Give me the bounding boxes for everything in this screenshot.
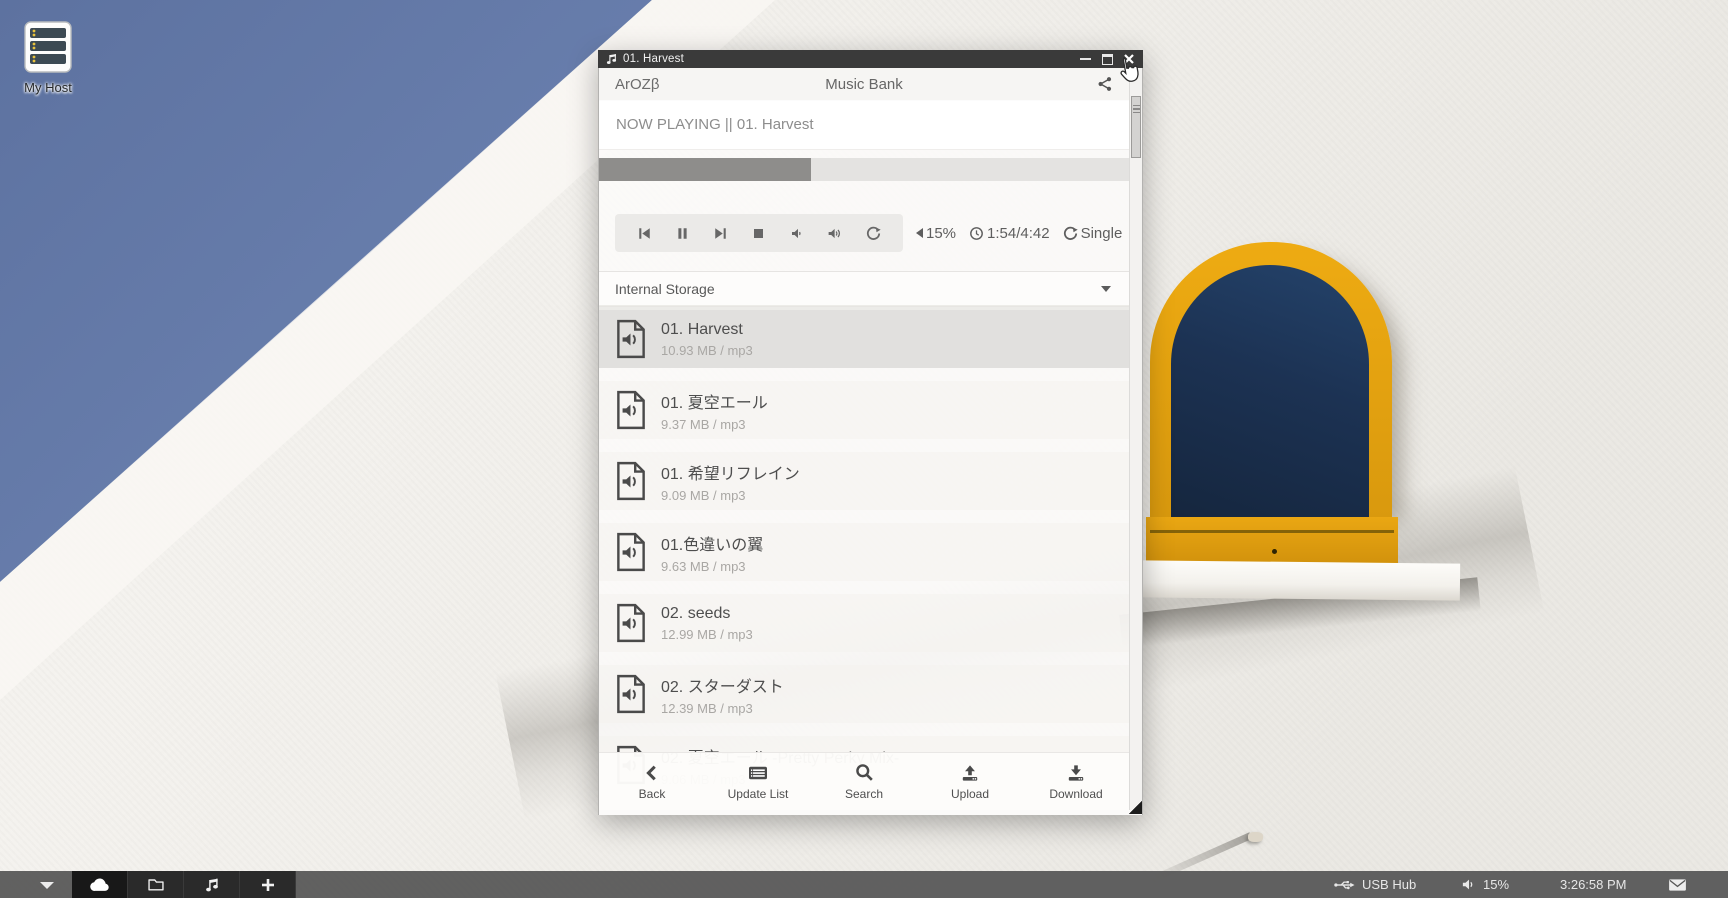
playmode-toggle[interactable]: Single — [1063, 225, 1123, 242]
scrollbar[interactable] — [1129, 68, 1142, 810]
window-body: ArOZβ Music Bank NOW PLAYING || 01. Harv… — [598, 68, 1143, 815]
update-list-button[interactable]: Update List — [705, 753, 811, 811]
transport-controls — [615, 214, 903, 252]
volume-down-icon — [789, 226, 804, 241]
volume-triangle-icon — [916, 228, 923, 238]
chevron-down-icon[interactable] — [40, 882, 54, 889]
share-icon — [1097, 76, 1113, 92]
now-playing-bar: NOW PLAYING || 01. Harvest — [599, 100, 1129, 150]
list-icon — [747, 764, 769, 782]
folder-icon — [147, 877, 165, 892]
track-row[interactable]: 01. 夏空エール 9.37 MB / mp3 — [599, 381, 1129, 439]
audio-file-icon — [615, 603, 647, 643]
now-playing-text: NOW PLAYING || 01. Harvest — [616, 116, 814, 133]
scrollbar-thumb[interactable] — [1131, 96, 1141, 158]
audio-file-icon — [615, 319, 647, 359]
previous-button[interactable] — [637, 226, 652, 241]
track-row[interactable]: 01.色違いの翼 9.63 MB / mp3 — [599, 523, 1129, 581]
skip-next-icon — [713, 226, 728, 241]
music-note-icon — [205, 877, 219, 893]
speaker-icon — [1462, 878, 1476, 891]
pause-button[interactable] — [675, 226, 690, 241]
clock-icon — [969, 226, 984, 241]
audio-file-icon — [615, 532, 647, 572]
stop-icon — [751, 226, 766, 241]
server-icon — [22, 20, 74, 76]
player-controls: 15% 1:54/4:42 Single — [615, 214, 1129, 252]
app-header: ArOZβ Music Bank — [599, 68, 1129, 101]
desktop-icon-label: My Host — [12, 80, 84, 95]
minimize-button[interactable] — [1080, 58, 1091, 60]
plus-icon — [261, 878, 275, 892]
share-button[interactable] — [1097, 76, 1113, 92]
page-title: Music Bank — [599, 76, 1129, 93]
wallpaper-window-sill — [1146, 517, 1398, 564]
taskbar-tile-music[interactable] — [184, 871, 240, 898]
close-button[interactable] — [1124, 54, 1134, 64]
repeat-icon — [1063, 226, 1078, 241]
envelope-icon — [1668, 878, 1687, 892]
wallpaper-ledge — [1140, 560, 1460, 600]
chevron-down-icon — [1101, 286, 1111, 292]
skip-previous-icon — [637, 226, 652, 241]
window-titlebar[interactable]: 01. Harvest — [598, 50, 1143, 68]
volume-up-icon — [827, 226, 843, 241]
audio-file-icon — [615, 461, 647, 501]
track-row[interactable]: 02. seeds 12.99 MB / mp3 — [599, 594, 1129, 652]
wallpaper-arched-window — [1150, 242, 1392, 518]
pause-icon — [675, 226, 690, 241]
bottom-toolbar: Back Update List — [599, 752, 1129, 811]
volume-up-button[interactable] — [827, 226, 843, 241]
music-player-window: 01. Harvest ArOZβ Music Bank — [598, 50, 1143, 815]
progress-bar[interactable] — [599, 158, 1129, 181]
time-indicator: 1:54/4:42 — [969, 225, 1050, 242]
audio-file-icon — [615, 390, 647, 430]
download-icon — [1066, 764, 1086, 782]
repeat-icon — [866, 226, 881, 241]
track-row[interactable]: 01. 希望リフレイン 9.09 MB / mp3 — [599, 452, 1129, 510]
wallpaper-window-glass — [1171, 265, 1369, 518]
taskbar-tile-files[interactable] — [128, 871, 184, 898]
upload-button[interactable]: Upload — [917, 753, 1023, 811]
search-icon — [855, 763, 874, 782]
upload-icon — [960, 764, 980, 782]
track-row[interactable]: 01. Harvest 10.93 MB / mp3 — [599, 310, 1129, 368]
close-icon — [1124, 54, 1134, 64]
clock-status[interactable]: 3:26:58 PM — [1560, 871, 1627, 898]
track-row[interactable]: 02. スターダスト 12.39 MB / mp3 — [599, 665, 1129, 723]
repeat-button[interactable] — [866, 226, 881, 241]
wallpaper-peg — [1248, 832, 1263, 842]
volume-indicator: 15% — [916, 225, 956, 242]
taskbar: USB Hub 15% 3:26:58 PM — [0, 871, 1728, 898]
audio-file-icon — [615, 674, 647, 714]
music-note-icon — [606, 53, 617, 65]
notifications-status[interactable] — [1668, 871, 1687, 898]
desktop-icon-my-host[interactable]: My Host — [12, 20, 84, 95]
taskbar-apps — [72, 871, 296, 898]
maximize-button[interactable] — [1102, 54, 1113, 65]
usb-hub-status[interactable]: USB Hub — [1334, 871, 1416, 898]
progress-fill — [599, 158, 811, 181]
desktop: My Host 01. Harvest — [0, 0, 1728, 898]
volume-status[interactable]: 15% — [1462, 871, 1509, 898]
back-button[interactable]: Back — [599, 753, 705, 811]
download-button[interactable]: Download — [1023, 753, 1129, 811]
cloud-icon — [89, 877, 111, 892]
taskbar-tile-cloud[interactable] — [72, 871, 128, 898]
storage-selector-value: Internal Storage — [615, 281, 715, 297]
taskbar-tile-add[interactable] — [240, 871, 296, 898]
window-title: 01. Harvest — [623, 53, 684, 65]
search-button[interactable]: Search — [811, 753, 917, 811]
stop-button[interactable] — [751, 226, 766, 241]
usb-icon — [1334, 879, 1355, 891]
next-button[interactable] — [713, 226, 728, 241]
resize-handle[interactable] — [1129, 801, 1142, 814]
storage-selector[interactable]: Internal Storage — [599, 271, 1129, 307]
track-list: 01. Harvest 10.93 MB / mp3 01. 夏空エール 9.3… — [599, 310, 1129, 807]
chevron-left-icon — [643, 764, 661, 782]
volume-down-button[interactable] — [789, 226, 804, 241]
